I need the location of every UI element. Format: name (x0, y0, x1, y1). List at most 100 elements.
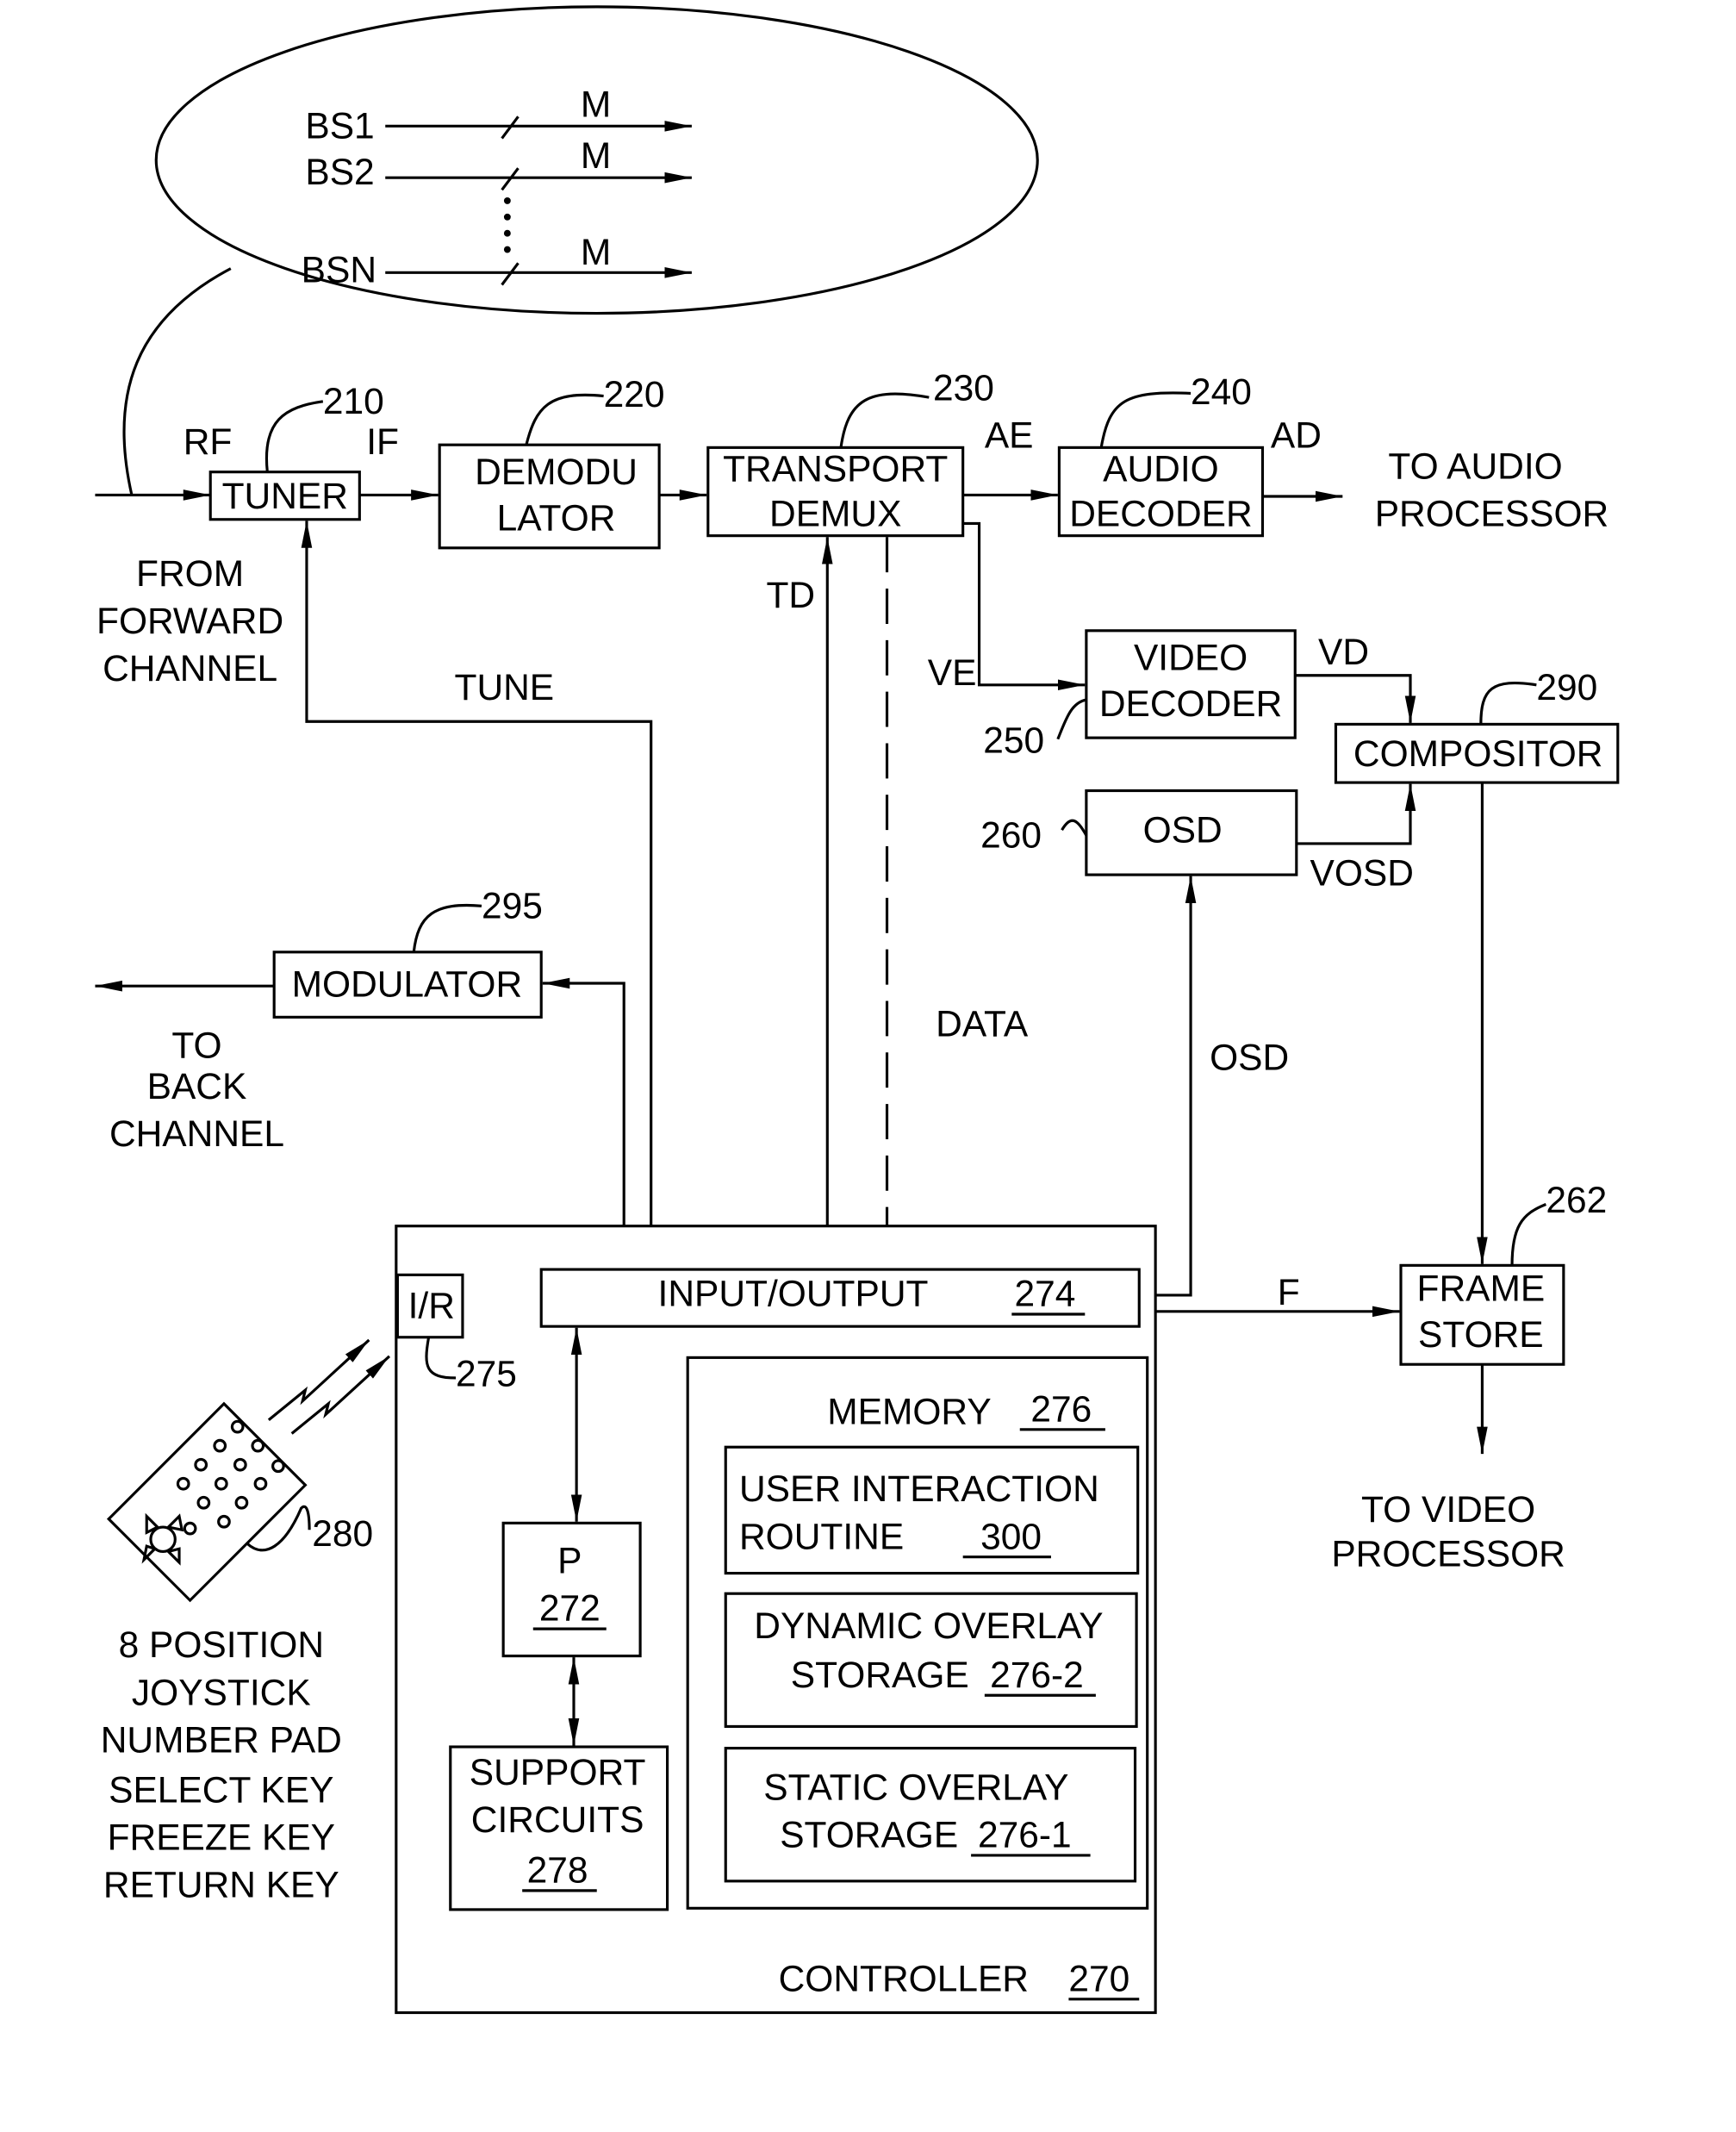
demux-ref: 230 (933, 368, 994, 408)
bs2-bus-width: M (581, 136, 611, 177)
remote-control: 280 (106, 1338, 391, 1603)
tune-line (301, 521, 653, 1270)
td-label: TD (766, 576, 815, 616)
dynamic-overlay-storage-block: DYNAMIC OVERLAY STORAGE 276-2 (724, 1592, 1138, 1729)
vd-label: VD (1318, 633, 1369, 673)
svg-text:FROM: FROM (136, 554, 244, 595)
osd-ref-leader (1061, 819, 1088, 837)
compositor-ref-leader (1479, 681, 1537, 725)
svg-text:TO: TO (171, 1026, 221, 1067)
static-overlay-storage-block: STATIC OVERLAY STORAGE 276-1 (724, 1747, 1137, 1883)
modulator-ref-leader (412, 903, 482, 952)
tuner-block: TUNER (208, 471, 361, 521)
svg-text:BACK: BACK (147, 1067, 247, 1107)
user-interaction-routine-block: USER INTERACTION ROUTINE 300 (724, 1445, 1140, 1575)
from-forward-channel-text: FROM FORWARD CHANNEL (96, 554, 283, 689)
svg-text:DECODER: DECODER (1099, 684, 1282, 725)
svg-text:P: P (557, 1542, 582, 1582)
osd-block: OSD (1085, 789, 1298, 876)
svg-text:TUNER: TUNER (222, 477, 348, 517)
svg-text:ROUTINE: ROUTINE (739, 1517, 904, 1557)
svg-text:STATIC OVERLAY: STATIC OVERLAY (763, 1767, 1068, 1808)
svg-text:278: 278 (527, 1850, 588, 1891)
tuner-ref-leader (264, 400, 324, 472)
ve-label: VE (928, 653, 977, 694)
framestore-ref-leader (1510, 1203, 1546, 1266)
ad-label: AD (1271, 415, 1322, 456)
svg-text:DYNAMIC OVERLAY: DYNAMIC OVERLAY (754, 1606, 1103, 1647)
svg-text:JOYSTICK: JOYSTICK (132, 1673, 311, 1713)
demodulator-ref: 220 (604, 375, 665, 415)
remote-features-list: 8 POSITION JOYSTICK NUMBER PAD SELECT KE… (101, 1625, 342, 1906)
svg-text:CIRCUITS: CIRCUITS (471, 1800, 644, 1841)
controller-ref: 270 (1068, 1959, 1129, 1999)
svg-text:MEMORY: MEMORY (827, 1392, 991, 1432)
svg-text:FORWARD: FORWARD (96, 602, 283, 642)
svg-text:SELECT KEY: SELECT KEY (109, 1771, 333, 1811)
ir-ref: 275 (456, 1354, 517, 1394)
compositor-ref: 290 (1536, 668, 1597, 708)
svg-text:CHANNEL: CHANNEL (109, 1114, 284, 1155)
svg-text:PROCESSOR: PROCESSOR (1331, 1535, 1565, 1575)
svg-text:PROCESSOR: PROCESSOR (1375, 495, 1608, 535)
bitstream-group: BS1 M BS2 M BSN M (122, 5, 1039, 496)
to-audio-processor-text: TO AUDIO PROCESSOR (1375, 447, 1608, 535)
frame-store-block: FRAME STORE (1399, 1263, 1565, 1366)
support-circuits-block: SUPPORT CIRCUITS 278 (449, 1745, 669, 1911)
ellipsis-dots (503, 196, 511, 253)
svg-text:272: 272 (539, 1589, 600, 1630)
svg-text:CHANNEL: CHANNEL (103, 649, 277, 689)
bs2-label: BS2 (305, 153, 374, 193)
vosd-label: VOSD (1310, 854, 1414, 895)
svg-text:USER INTERACTION: USER INTERACTION (739, 1469, 1099, 1510)
data-label: DATA (936, 1004, 1029, 1044)
block-diagram: BS1 M BS2 M BSN M RF IF FROM FORWARD CHA… (95, 5, 1620, 2015)
video-to-compositor-line (1295, 674, 1416, 723)
audio-decoder-block: AUDIO DECODER (1057, 446, 1265, 538)
svg-text:276-2: 276-2 (990, 1655, 1084, 1696)
demodulator-ref-leader (525, 393, 604, 446)
video-ref: 250 (983, 720, 1044, 761)
osd-to-compositor-line (1296, 783, 1416, 845)
tune-label: TUNE (454, 668, 554, 708)
joystick-icon (141, 1512, 184, 1566)
svg-text:MODULATOR: MODULATOR (292, 965, 523, 1006)
svg-text:DEMODU: DEMODU (475, 452, 638, 493)
video-ref-leader (1056, 698, 1087, 740)
svg-text:LATOR: LATOR (497, 498, 616, 539)
demodulator-block: DEMODU LATOR (438, 443, 661, 550)
svg-text:276-1: 276-1 (978, 1816, 1072, 1856)
to-back-channel-text: TO BACK CHANNEL (109, 1026, 284, 1155)
modulator-block: MODULATOR (272, 951, 543, 1019)
svg-text:VIDEO: VIDEO (1134, 638, 1248, 678)
bs1-bus-width: M (581, 84, 611, 125)
svg-text:TO AUDIO: TO AUDIO (1388, 447, 1562, 488)
ae-label: AE (985, 415, 1034, 456)
ir-signal-1-icon (267, 1338, 370, 1421)
svg-text:STORAGE: STORAGE (791, 1655, 969, 1696)
processor-block: P 272 (501, 1521, 642, 1658)
svg-text:SUPPORT: SUPPORT (470, 1753, 646, 1793)
rf-label: RF (184, 422, 233, 463)
demux-ref-leader (839, 392, 930, 448)
osd-signal-label: OSD (1210, 1038, 1289, 1079)
svg-text:DEMUX: DEMUX (769, 495, 901, 535)
tuner-ref: 210 (323, 382, 384, 422)
bsn-label: BSN (302, 250, 376, 290)
svg-text:COMPOSITOR: COMPOSITOR (1353, 734, 1603, 775)
audio-ref: 240 (1191, 372, 1252, 413)
ir-receiver-block: I/R (395, 1273, 464, 1339)
svg-text:STORE: STORE (1418, 1315, 1544, 1356)
svg-text:276: 276 (1030, 1389, 1092, 1430)
svg-text:274: 274 (1014, 1275, 1075, 1315)
demux-to-video-line (962, 521, 1086, 691)
svg-text:TRANSPORT: TRANSPORT (723, 450, 948, 490)
modulator-ref: 295 (482, 886, 543, 926)
f-label: F (1278, 1273, 1300, 1313)
remote-ref: 280 (312, 1514, 373, 1555)
osd-ref: 260 (980, 816, 1042, 857)
transport-demux-block: TRANSPORT DEMUX (706, 446, 965, 538)
svg-text:RETURN KEY: RETURN KEY (103, 1866, 339, 1906)
svg-text:FRAME: FRAME (1417, 1269, 1546, 1309)
svg-text:DECODER: DECODER (1069, 495, 1252, 535)
